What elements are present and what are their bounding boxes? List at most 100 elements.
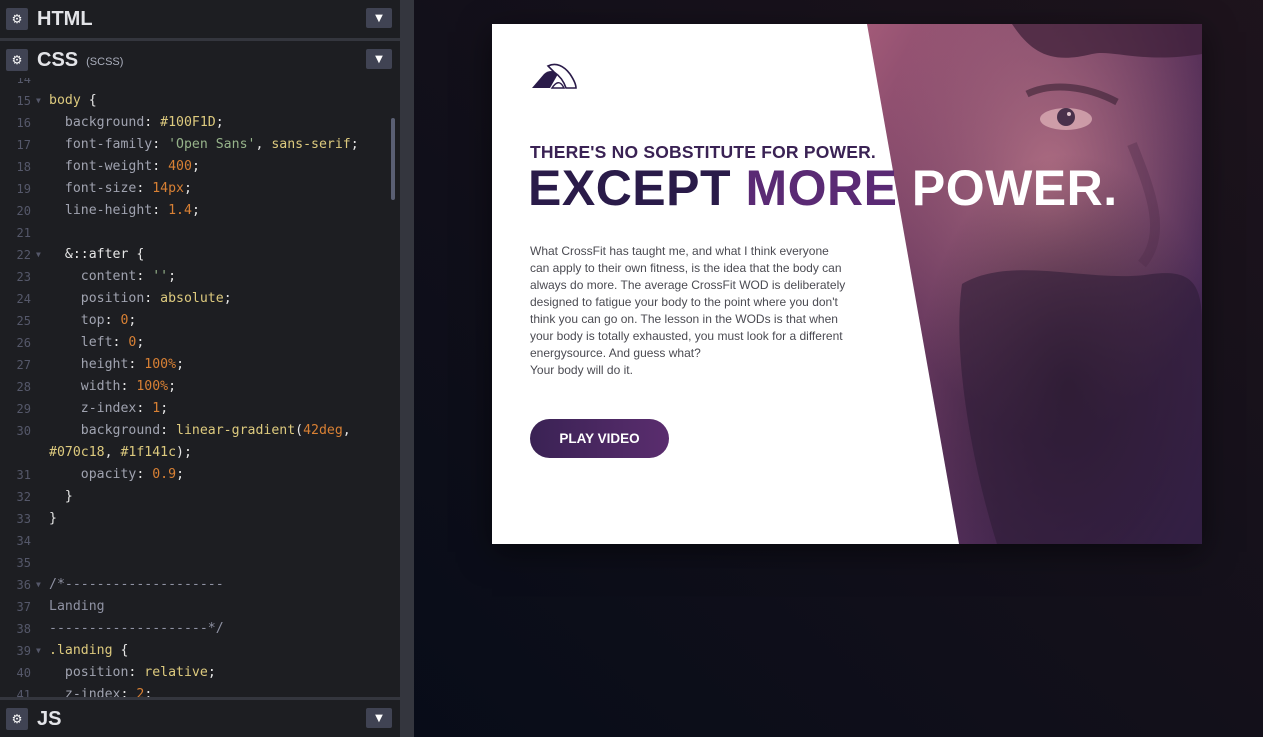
code-line[interactable]: #070c18, #1f141c); xyxy=(0,442,400,464)
css-code-editor[interactable]: 14 15 ▼ body {16 background: #100F1D; 17 fon… xyxy=(0,78,400,697)
code-token: left xyxy=(49,335,113,350)
code-line[interactable]: 27 height: 100%; xyxy=(0,354,400,376)
code-token: ; xyxy=(144,687,153,697)
code-line[interactable]: 20 line-height: 1.4; xyxy=(0,200,400,222)
code-token: ; xyxy=(223,291,232,306)
line-number: 21 xyxy=(16,226,31,240)
code-token: /*-------------------- xyxy=(49,577,224,592)
code-line[interactable]: 25 top: 0; xyxy=(0,310,400,332)
code-line[interactable]: 31 opacity: 0.9; xyxy=(0,464,400,486)
code-line[interactable]: 18 font-weight: 400; xyxy=(0,156,400,178)
code-line[interactable]: 17 font-family: 'Open Sans', sans-serif; xyxy=(0,134,400,156)
code-line[interactable]: 35 xyxy=(0,552,400,574)
code-scrollbar[interactable] xyxy=(391,118,395,200)
code-token: ; xyxy=(191,203,200,218)
code-token: sans-serif xyxy=(271,137,351,152)
code-text: top: 0; xyxy=(49,310,137,332)
code-line[interactable]: 24 position: absolute; xyxy=(0,288,400,310)
css-panel-header[interactable]: ⚙ CSS (SCSS) ▼ xyxy=(0,41,400,79)
code-token: absolute xyxy=(160,291,224,306)
code-token: : xyxy=(136,467,153,482)
code-line[interactable]: 26 left: 0; xyxy=(0,332,400,354)
code-token: line-height xyxy=(49,203,153,218)
body-line: designed to fatigue your body to the poi… xyxy=(530,295,838,309)
code-token: height xyxy=(49,357,129,372)
code-line[interactable]: 16 background: #100F1D; xyxy=(0,112,400,134)
code-token: width xyxy=(49,379,121,394)
code-text: body { xyxy=(49,90,97,112)
code-line[interactable]: 15 ▼ body { xyxy=(0,90,400,112)
gear-icon[interactable]: ⚙ xyxy=(6,8,28,30)
code-line[interactable]: 28 width: 100%; xyxy=(0,376,400,398)
code-line[interactable]: 36 ▼ /*-------------------- xyxy=(0,574,400,596)
code-token: #1f141c xyxy=(120,445,177,460)
chevron-down-icon[interactable]: ▼ xyxy=(366,8,392,28)
fold-arrow-icon[interactable]: ▼ xyxy=(36,640,41,662)
line-number: 15 xyxy=(16,94,31,108)
code-token: body xyxy=(49,93,81,108)
code-line[interactable]: 14 xyxy=(0,78,400,90)
play-video-button[interactable]: PLAY VIDEO xyxy=(530,419,669,458)
line-number: 36 xyxy=(16,578,31,592)
code-line[interactable]: 30 background: linear-gradient(42deg, xyxy=(0,420,400,442)
line-number: 26 xyxy=(16,336,31,350)
line-number: 38 xyxy=(16,622,31,636)
code-line[interactable]: 34 xyxy=(0,530,400,552)
code-line[interactable]: 41 z-index: 2; xyxy=(0,684,400,697)
code-token: opacity xyxy=(49,467,137,482)
editor-resize-handle[interactable] xyxy=(400,0,414,737)
line-number: 37 xyxy=(16,600,31,614)
code-token: &::after { xyxy=(49,247,145,262)
code-token: : xyxy=(104,313,121,328)
code-line[interactable]: 19 font-size: 14px; xyxy=(0,178,400,200)
fold-arrow-icon[interactable]: ▼ xyxy=(36,90,41,112)
code-token: : xyxy=(144,291,161,306)
code-line[interactable]: 32 } xyxy=(0,486,400,508)
code-token: background xyxy=(49,115,145,130)
code-line[interactable]: 37 Landing xyxy=(0,596,400,618)
code-token: 14px xyxy=(152,181,184,196)
code-line[interactable]: 38 --------------------*/ xyxy=(0,618,400,640)
code-text: width: 100%; xyxy=(49,376,176,398)
line-number: 23 xyxy=(16,270,31,284)
code-line[interactable]: 29 z-index: 1; xyxy=(0,398,400,420)
fold-arrow-icon[interactable]: ▼ xyxy=(36,574,41,596)
chevron-down-icon[interactable]: ▼ xyxy=(366,708,392,728)
chevron-down-icon[interactable]: ▼ xyxy=(366,49,392,69)
code-line[interactable]: 33} xyxy=(0,508,400,530)
line-number: 25 xyxy=(16,314,31,328)
gear-icon[interactable]: ⚙ xyxy=(6,708,28,730)
code-token: : xyxy=(136,181,153,196)
js-panel-header[interactable]: ⚙ JS ▼ xyxy=(0,700,400,737)
code-token: ; xyxy=(207,665,216,680)
line-number: 16 xyxy=(16,116,31,130)
body-line: What CrossFit has taught me, and what I … xyxy=(530,244,829,258)
code-line[interactable]: 39 ▼ .landing { xyxy=(0,640,400,662)
code-token: 'Open Sans' xyxy=(168,137,256,152)
code-text: --------------------*/ xyxy=(49,618,224,640)
code-line[interactable]: 21 xyxy=(0,222,400,244)
preview-pane: THERE'S NO SOBSTITUTE FOR POWER. EXCEPT … xyxy=(414,0,1263,737)
body-line: energysource. And guess what? xyxy=(530,346,701,360)
code-token: 100% xyxy=(144,357,177,372)
body-line: think you can go on. The lesson in the W… xyxy=(530,312,838,326)
headline-part: MORE xyxy=(745,160,912,216)
code-line[interactable]: 22 ▼ &::after { xyxy=(0,244,400,266)
code-token: { xyxy=(80,93,97,108)
code-token: : xyxy=(136,401,153,416)
logo-icon xyxy=(532,63,577,89)
body-paragraph: What CrossFit has taught me, and what I … xyxy=(530,243,875,379)
gear-icon[interactable]: ⚙ xyxy=(6,49,28,71)
code-token: z-index xyxy=(49,687,121,697)
code-token: background xyxy=(49,423,161,438)
line-number: 31 xyxy=(16,468,31,482)
line-number: 18 xyxy=(16,160,31,174)
code-token: , xyxy=(255,137,272,152)
code-text: line-height: 1.4; xyxy=(49,200,200,222)
fold-arrow-icon[interactable]: ▼ xyxy=(36,244,41,266)
code-token: #100F1D xyxy=(160,115,216,130)
html-panel-header[interactable]: ⚙ HTML ▼ xyxy=(0,0,400,38)
code-line[interactable]: 23 content: ''; xyxy=(0,266,400,288)
code-line[interactable]: 40 position: relative; xyxy=(0,662,400,684)
line-number: 19 xyxy=(16,182,31,196)
